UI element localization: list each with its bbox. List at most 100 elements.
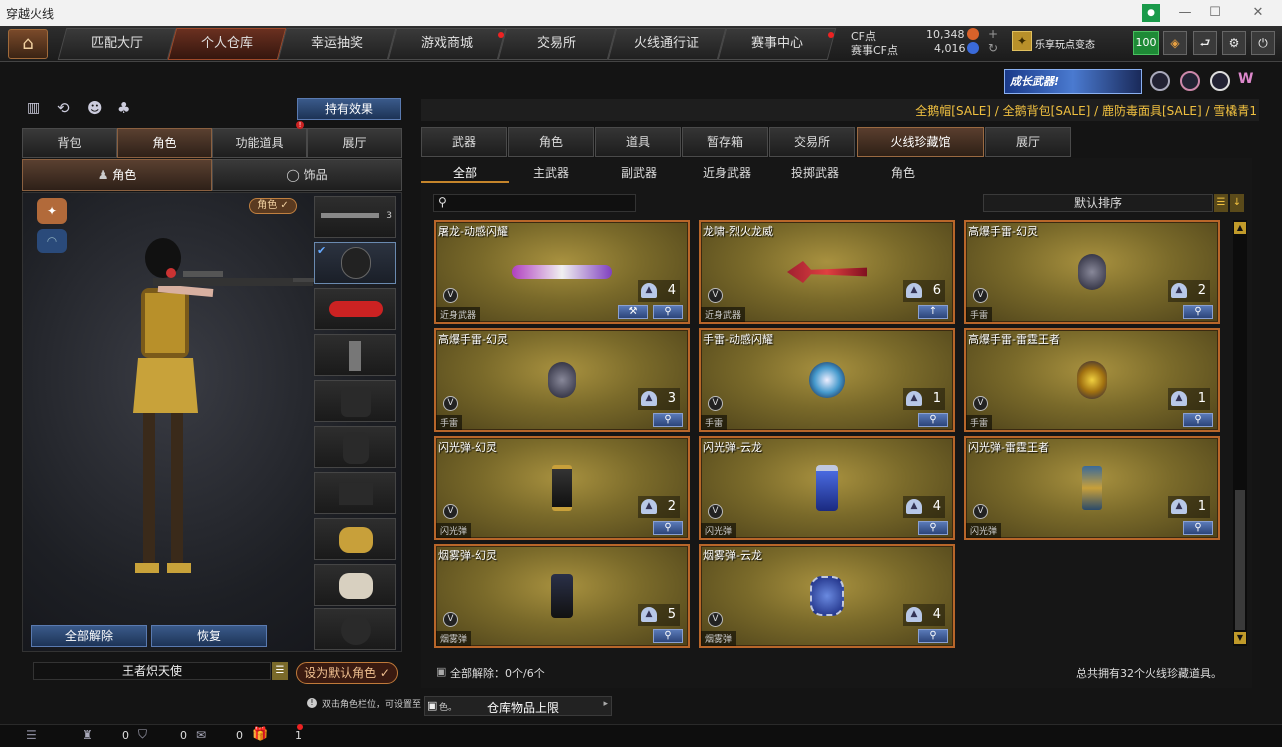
restore-button[interactable]: 恢复: [151, 625, 267, 647]
event-icon[interactable]: ✦: [1012, 31, 1032, 51]
subtab-all[interactable]: 全部: [421, 163, 509, 183]
item-card[interactable]: 高爆手雷-雷霆王者 V 手雷 ▲ 1 ⚲: [964, 328, 1220, 432]
menu-icon[interactable]: ☰: [26, 728, 37, 742]
gift-icon[interactable]: 🎁: [252, 727, 268, 742]
subtab-melee[interactable]: 近身武器: [683, 163, 771, 183]
slot-vest[interactable]: [314, 380, 396, 422]
inspect-button[interactable]: ⚲: [653, 413, 683, 427]
recharge-icon[interactable]: +: [988, 27, 998, 41]
event-label[interactable]: 乐享玩点变态: [1035, 36, 1095, 51]
right-tab-character[interactable]: 角色: [508, 127, 594, 157]
right-tab-props[interactable]: 道具: [595, 127, 681, 157]
search-input[interactable]: ⚲: [433, 194, 636, 212]
level-badge[interactable]: 100: [1133, 31, 1159, 55]
right-tab-weapon[interactable]: 武器: [421, 127, 507, 157]
list-icon[interactable]: ☰: [272, 662, 288, 680]
mask-mode-icon[interactable]: ◠: [37, 229, 67, 253]
inspect-button[interactable]: ⚲: [653, 629, 683, 643]
nav-tab-lottery[interactable]: 幸运抽奖: [277, 28, 397, 60]
slot-helmet[interactable]: ✔: [314, 242, 396, 284]
growth-weapon-banner[interactable]: 成长武器!: [1004, 69, 1142, 94]
item-card[interactable]: 烟雾弹-幻灵 V 烟雾弹 ▲ 5 ⚲: [434, 544, 690, 648]
subtab-accessory[interactable]: ◯ 饰品: [212, 159, 402, 191]
unequip-icon[interactable]: ▣: [436, 665, 446, 678]
clan-shield-icon[interactable]: ⛉: [138, 727, 147, 742]
scroll-thumb[interactable]: [1235, 490, 1245, 630]
badge-icon-3[interactable]: [1210, 71, 1230, 91]
item-card[interactable]: 屠龙-动感闪耀 V 近身武器 ▲ 4 ⚒ ⚲: [434, 220, 690, 324]
char-mode-icon[interactable]: ✦: [37, 198, 67, 224]
warehouse-limit-bar[interactable]: ▣ 色。 仓库物品上限 ▸: [424, 696, 612, 716]
badge-icon-4[interactable]: W: [1238, 71, 1260, 91]
subtab-role[interactable]: 角色: [859, 163, 947, 183]
return-icon[interactable]: ⮐: [1193, 31, 1217, 55]
scrollbar[interactable]: ▲ ▼: [1233, 220, 1247, 646]
slot-pants[interactable]: [314, 472, 396, 514]
nav-tab-exchange[interactable]: 交易所: [497, 28, 617, 60]
sort-list-icon[interactable]: ☰: [1214, 194, 1228, 212]
badge-icon-1[interactable]: [1150, 71, 1170, 91]
badge-icon-2[interactable]: [1180, 71, 1200, 91]
slot-weapon[interactable]: 3: [314, 196, 396, 238]
item-card[interactable]: 高爆手雷-幻灵 V 手雷 ▲ 2 ⚲: [964, 220, 1220, 324]
minimize-button[interactable]: —: [1175, 3, 1195, 23]
slot-boots[interactable]: [314, 564, 396, 606]
item-card[interactable]: 龙啸-烈火龙威 V 近身武器 ▲ 6 ↑: [699, 220, 955, 324]
slot-gloves[interactable]: [314, 518, 396, 560]
subtab-primary[interactable]: 主武器: [507, 163, 595, 183]
left-tab-showroom[interactable]: 展厅: [307, 128, 402, 158]
item-card[interactable]: 手雷-动感闪耀 V 手雷 ▲ 1 ⚲: [699, 328, 955, 432]
upgrade-button[interactable]: ⚒: [618, 305, 648, 319]
right-tab-stash[interactable]: 暂存箱: [682, 127, 768, 157]
shield-icon[interactable]: ◈: [1163, 31, 1187, 55]
effect-button[interactable]: 持有效果: [297, 98, 401, 120]
nav-tab-warehouse[interactable]: 个人仓库: [167, 28, 287, 60]
inspect-button[interactable]: ⚲: [653, 521, 683, 535]
home-icon[interactable]: ⌂: [8, 29, 48, 59]
sort-direction-icon[interactable]: ↓: [1230, 194, 1244, 212]
nav-tab-shop[interactable]: 游戏商城: [387, 28, 507, 60]
friends-icon[interactable]: ♜: [82, 728, 93, 742]
inspect-button[interactable]: ⚲: [918, 629, 948, 643]
slot-body[interactable]: [314, 426, 396, 468]
right-tab-showroom[interactable]: 展厅: [985, 127, 1071, 157]
notify-icon[interactable]: ●: [1142, 4, 1160, 22]
gear-icon[interactable]: ⚙: [1222, 31, 1246, 55]
set-default-button[interactable]: 设为默认角色 ✓: [296, 662, 398, 684]
person-icon[interactable]: ☻: [87, 99, 103, 117]
right-tab-exchange[interactable]: 交易所: [769, 127, 855, 157]
inspect-button[interactable]: ⚲: [918, 521, 948, 535]
bag-icon[interactable]: ♣: [117, 99, 130, 117]
scroll-up-icon[interactable]: ▲: [1234, 222, 1246, 234]
subtab-character[interactable]: ♟ 角色: [22, 159, 212, 191]
unequip-all-button[interactable]: 全部解除: [31, 625, 147, 647]
inspect-button[interactable]: ⚲: [1183, 305, 1213, 319]
inspect-button[interactable]: ⚲: [918, 413, 948, 427]
power-icon[interactable]: ⏻: [1251, 31, 1275, 55]
slot-glasses[interactable]: [314, 288, 396, 330]
item-card[interactable]: 高爆手雷-幻灵 V 手雷 ▲ 3 ⚲: [434, 328, 690, 432]
chat-icon[interactable]: ✉: [196, 728, 206, 742]
refresh-icon[interactable]: ↻: [988, 41, 998, 55]
item-card[interactable]: 闪光弹-雷霆王者 V 闪光弹 ▲ 1 ⚲: [964, 436, 1220, 540]
inspect-button[interactable]: ⚲: [1183, 413, 1213, 427]
subtab-throwable[interactable]: 投掷武器: [771, 163, 859, 183]
inspect-button[interactable]: ⚲: [653, 305, 683, 319]
nav-tab-pass[interactable]: 火线通行证: [607, 28, 727, 60]
maximize-button[interactable]: ☐: [1205, 3, 1225, 23]
left-tab-items[interactable]: 功能道具: [212, 128, 307, 158]
scroll-down-icon[interactable]: ▼: [1234, 632, 1246, 644]
stats-icon[interactable]: ▥: [27, 100, 40, 116]
right-tab-collection[interactable]: 火线珍藏馆: [857, 127, 984, 157]
inspect-button[interactable]: ⚲: [1183, 521, 1213, 535]
sort-select[interactable]: 默认排序: [983, 194, 1213, 212]
slot-emblem[interactable]: [314, 608, 396, 650]
item-card[interactable]: 闪光弹-云龙 V 闪光弹 ▲ 4 ⚲: [699, 436, 955, 540]
left-tab-backpack[interactable]: 背包: [22, 128, 117, 158]
rotate-icon[interactable]: ⟲: [57, 99, 70, 117]
left-tab-character[interactable]: 角色: [117, 128, 212, 158]
upgrade-arrow-button[interactable]: ↑: [918, 305, 948, 319]
subtab-secondary[interactable]: 副武器: [595, 163, 683, 183]
item-card[interactable]: 烟雾弹-云龙 V 烟雾弹 ▲ 4 ⚲: [699, 544, 955, 648]
slot-radio[interactable]: [314, 334, 396, 376]
